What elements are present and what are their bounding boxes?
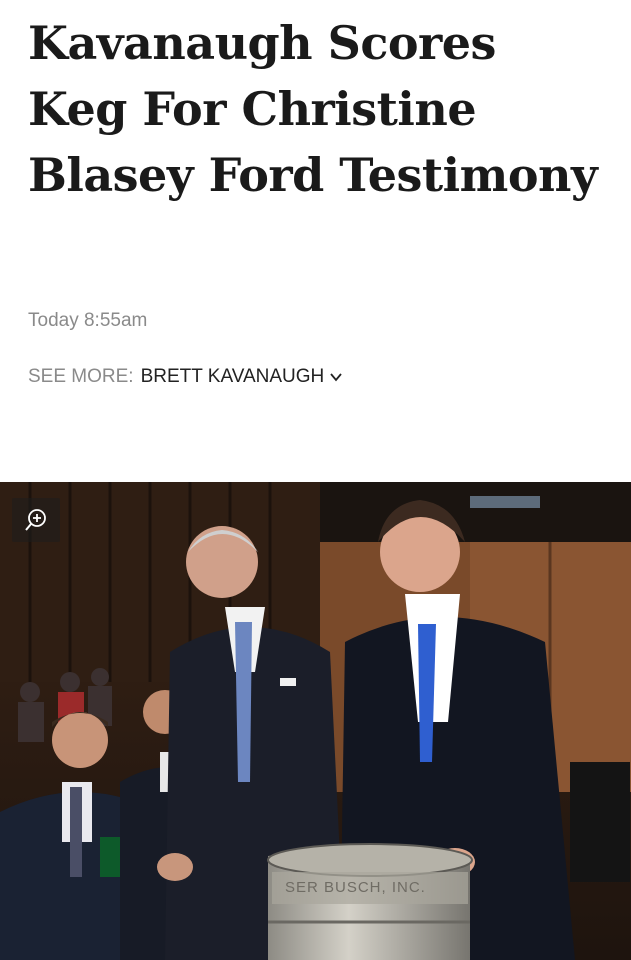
see-more-row: SEE MORE: BRETT KAVANAUGH (28, 366, 343, 388)
article-timestamp: Today 8:55am (28, 310, 148, 331)
zoom-button[interactable] (12, 498, 60, 542)
keg-text: SER BUSCH, INC. (285, 879, 426, 896)
chevron-down-icon[interactable] (329, 372, 343, 382)
photo-illustration: SER BUSCH, INC. (0, 482, 631, 960)
see-more-label: SEE MORE: (28, 366, 134, 387)
article-photo[interactable]: SER BUSCH, INC. (0, 482, 631, 960)
zoom-in-icon (25, 509, 46, 531)
see-more-topic-link[interactable]: BRETT KAVANAUGH (141, 366, 325, 388)
article-headline: Kavanaugh Scores Keg For Christine Blase… (28, 16, 598, 202)
